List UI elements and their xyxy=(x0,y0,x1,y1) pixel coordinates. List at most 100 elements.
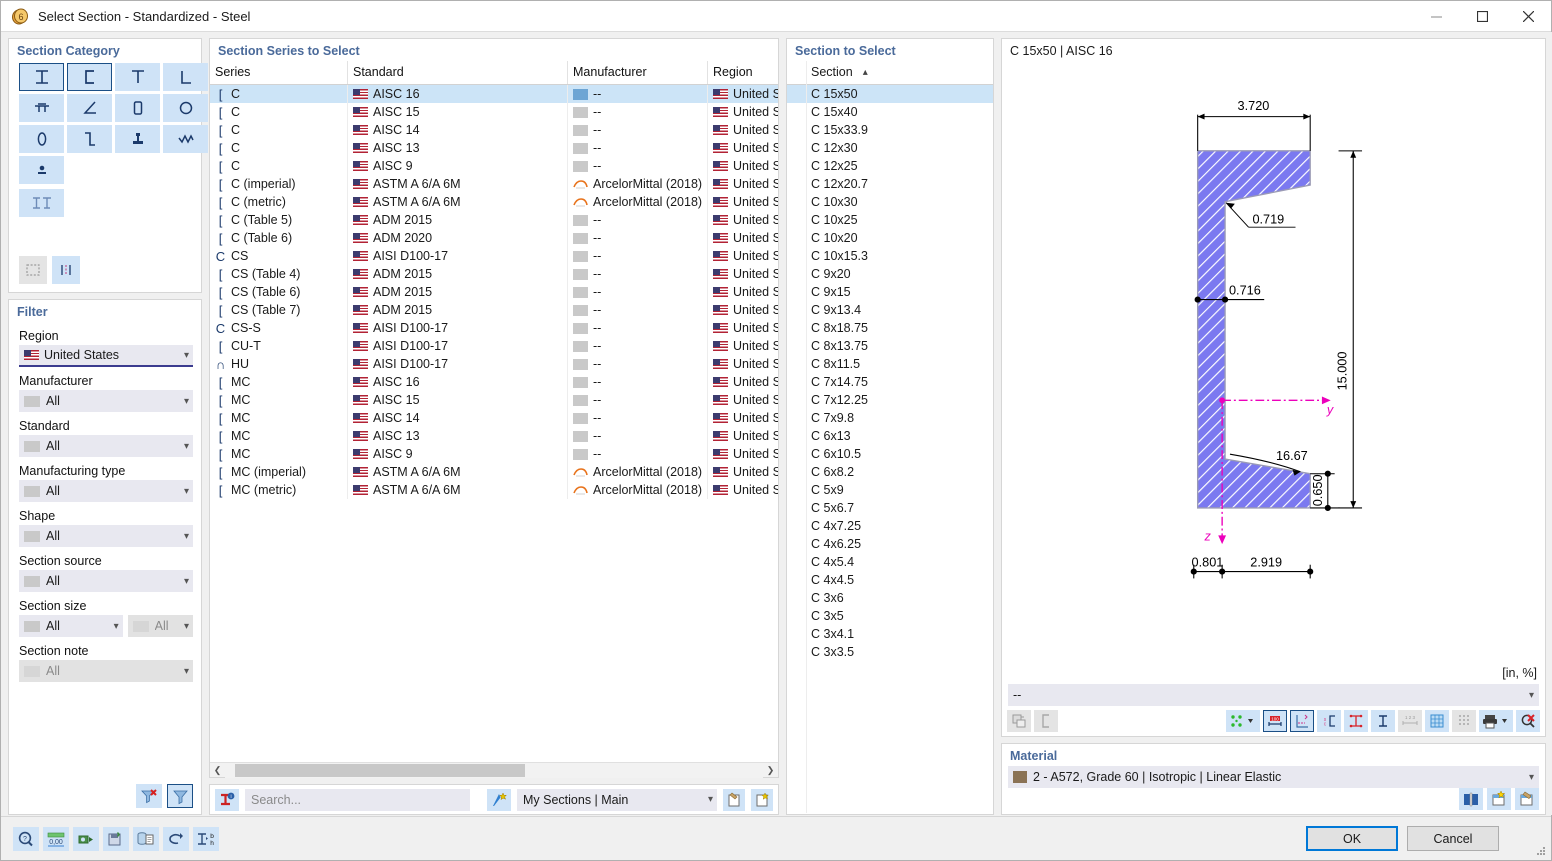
list-item[interactable]: C 12x25 xyxy=(787,157,993,175)
category-oval-section[interactable] xyxy=(19,125,64,153)
table-row[interactable]: [C AISC 13 -- United S xyxy=(210,139,778,157)
minimize-button[interactable] xyxy=(1413,1,1459,32)
table-row[interactable]: [C AISC 14 -- United S xyxy=(210,121,778,139)
section-list[interactable]: C 15x50 C 15x40 C 15x33.9 C 12x30 C 12x25 C 1… xyxy=(787,85,993,814)
table-row[interactable]: ∩ HU AISI D100-17 -- United S xyxy=(210,355,778,373)
filter-section-size-select-left[interactable]: All ▾ xyxy=(19,615,123,637)
filter-manufacturing-type-select[interactable]: All ▾ xyxy=(19,480,193,502)
table-row[interactable]: [MC AISC 14 -- United S xyxy=(210,409,778,427)
section-column-header[interactable]: Section ▴ xyxy=(787,61,993,85)
new-material-button[interactable] xyxy=(1487,788,1511,810)
point-display-button[interactable] xyxy=(1226,710,1260,732)
category-z-section[interactable] xyxy=(67,125,112,153)
drawing-value-select[interactable]: -- ▾ xyxy=(1008,684,1539,706)
list-item[interactable]: C 9x15 xyxy=(787,283,993,301)
table-row[interactable]: [C AISC 16 -- United S xyxy=(210,85,778,103)
section-info-icon[interactable]: i xyxy=(215,788,239,811)
grid-button[interactable] xyxy=(1425,710,1449,732)
category-corrugated-section[interactable] xyxy=(163,125,208,153)
list-item[interactable]: C 7x9.8 xyxy=(787,409,993,427)
list-item[interactable]: C 3x4.1 xyxy=(787,625,993,643)
filter-region-select[interactable]: United States ▾ xyxy=(19,345,193,367)
cancel-button[interactable]: Cancel xyxy=(1407,826,1499,851)
filter-manufacturer-select[interactable]: All ▾ xyxy=(19,390,193,412)
column-header-standard[interactable]: Standard xyxy=(348,61,568,84)
table-row[interactable]: [C (imperial) ASTM A 6/A 6M ArcelorMittal … xyxy=(210,175,778,193)
category-unequal-angle-section[interactable] xyxy=(67,94,112,122)
list-item[interactable]: C 7x12.25 xyxy=(787,391,993,409)
list-item[interactable]: C 4x4.5 xyxy=(787,571,993,589)
category-circular-hollow-section[interactable] xyxy=(163,94,208,122)
new-section-button[interactable] xyxy=(751,788,773,811)
table-row[interactable]: [CU-T AISI D100-17 -- United S xyxy=(210,337,778,355)
list-item[interactable]: C 10x30 xyxy=(787,193,993,211)
list-item[interactable]: C 3x6 xyxy=(787,589,993,607)
zoom-reset-button[interactable] xyxy=(1516,710,1540,732)
numbering-button[interactable]: 1 2 3 xyxy=(1398,710,1422,732)
section-outline-button[interactable] xyxy=(1371,710,1395,732)
table-row[interactable]: [C AISC 15 -- United S xyxy=(210,103,778,121)
list-item[interactable]: C 10x25 xyxy=(787,211,993,229)
category-bar-section[interactable] xyxy=(19,156,64,184)
table-row[interactable]: [MC AISC 13 -- United S xyxy=(210,427,778,445)
table-row[interactable]: [MC (imperial) ASTM A 6/A 6M ArcelorMittal… xyxy=(210,463,778,481)
list-item[interactable]: C 12x30 xyxy=(787,139,993,157)
resize-grip-icon[interactable] xyxy=(1535,845,1547,857)
edit-material-button[interactable] xyxy=(1515,788,1539,810)
list-item[interactable]: C 6x13 xyxy=(787,427,993,445)
table-row[interactable]: [MC AISC 15 -- United S xyxy=(210,391,778,409)
material-select[interactable]: 2 - A572, Grade 60 | Isotropic | Linear … xyxy=(1008,766,1539,788)
table-row[interactable]: [MC (metric) ASTM A 6/A 6M ArcelorMittal (… xyxy=(210,481,778,499)
list-item[interactable]: C 15x40 xyxy=(787,103,993,121)
filter-standard-select[interactable]: All ▾ xyxy=(19,435,193,457)
ok-button[interactable]: OK xyxy=(1306,826,1398,851)
my-sections-select[interactable]: My Sections | Main ▾ xyxy=(517,788,717,811)
list-item[interactable]: C 15x33.9 xyxy=(787,121,993,139)
scroll-thumb[interactable] xyxy=(235,763,525,777)
category-rectangular-hollow-section[interactable] xyxy=(115,94,160,122)
save-button[interactable] xyxy=(103,826,129,851)
mesh-button[interactable] xyxy=(1452,710,1476,732)
table-row[interactable]: [C (Table 5) ADM 2015 -- United S xyxy=(210,211,778,229)
search-input[interactable] xyxy=(245,788,470,811)
table-row[interactable]: [C (Table 6) ADM 2020 -- United S xyxy=(210,229,778,247)
table-row[interactable]: [C AISC 9 -- United S xyxy=(210,157,778,175)
favorites-star-icon[interactable] xyxy=(487,788,511,811)
section-shape-button[interactable] xyxy=(1034,710,1058,732)
section-dimensions-toggle[interactable] xyxy=(52,256,80,284)
principal-axes-button[interactable] xyxy=(1344,710,1368,732)
export-button[interactable] xyxy=(1007,710,1031,732)
scroll-left-arrow-icon[interactable]: ❮ xyxy=(210,765,225,776)
column-header-region[interactable]: Region xyxy=(708,61,778,84)
parameters-button[interactable]: bh xyxy=(193,826,219,851)
list-item[interactable]: C 12x20.7 xyxy=(787,175,993,193)
table-row[interactable]: [MC AISC 16 -- United S xyxy=(210,373,778,391)
list-item[interactable]: C 8x18.75 xyxy=(787,319,993,337)
list-item[interactable]: C 6x8.2 xyxy=(787,463,993,481)
table-row[interactable]: [CS (Table 4) ADM 2015 -- United S xyxy=(210,265,778,283)
list-item[interactable]: C 4x7.25 xyxy=(787,517,993,535)
filter-shape-select[interactable]: All ▾ xyxy=(19,525,193,547)
filter-section-size-select-right[interactable]: All ▾ xyxy=(127,615,193,637)
list-item[interactable]: C 9x13.4 xyxy=(787,301,993,319)
list-item[interactable]: C 4x6.25 xyxy=(787,535,993,553)
dimension-lines-button[interactable]: 100 xyxy=(1263,710,1287,732)
category-built-up-section[interactable] xyxy=(19,189,64,217)
undo-button[interactable] xyxy=(163,826,189,851)
list-item[interactable]: C 10x20 xyxy=(787,229,993,247)
table-row[interactable]: [CS (Table 6) ADM 2015 -- United S xyxy=(210,283,778,301)
list-item[interactable]: C 8x11.5 xyxy=(787,355,993,373)
list-item[interactable]: C 3x3.5 xyxy=(787,643,993,661)
category-hat-section[interactable] xyxy=(19,94,64,122)
list-item[interactable]: C 10x15.3 xyxy=(787,247,993,265)
clear-filter-button[interactable] xyxy=(136,784,162,808)
list-item[interactable]: C 8x13.75 xyxy=(787,337,993,355)
close-button[interactable] xyxy=(1505,1,1551,32)
category-i-section[interactable] xyxy=(19,63,64,91)
section-outline-toggle[interactable] xyxy=(19,256,47,284)
filter-section-note-select[interactable]: All ▾ xyxy=(19,660,193,682)
scroll-right-arrow-icon[interactable]: ❯ xyxy=(763,765,778,776)
import-button[interactable] xyxy=(73,826,99,851)
table-row[interactable]: C CS-S AISI D100-17 -- United S xyxy=(210,319,778,337)
list-item[interactable]: C 15x50 xyxy=(787,85,993,103)
